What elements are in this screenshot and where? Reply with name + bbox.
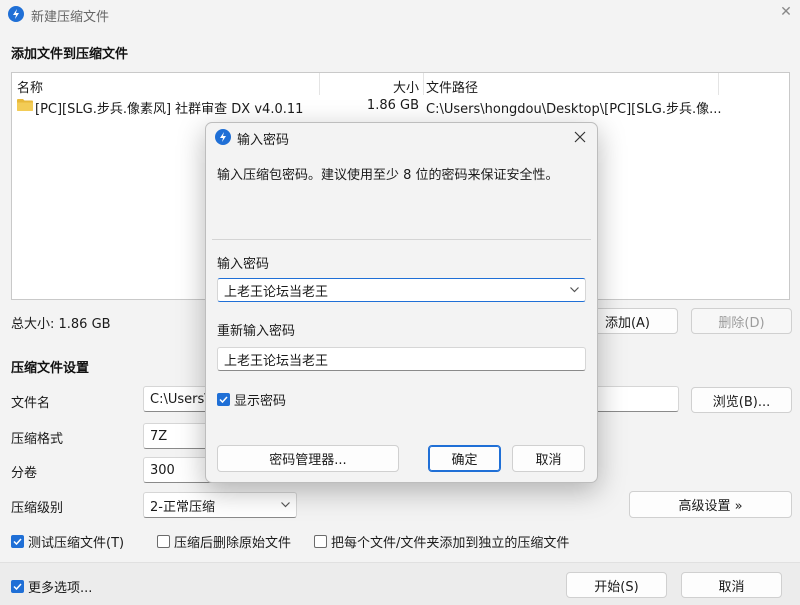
volume-label: 分卷: [11, 466, 38, 481]
start-button[interactable]: 开始(S): [566, 572, 667, 598]
delete-after-option[interactable]: 压缩后删除原始文件: [157, 532, 291, 551]
ok-button[interactable]: 确定: [428, 445, 501, 472]
confirm-password-input[interactable]: 上老王论坛当老王: [217, 347, 586, 371]
delete-button[interactable]: 删除(D): [691, 308, 792, 334]
settings-section-title: 压缩文件设置: [11, 361, 90, 376]
chevron-down-icon: [281, 502, 290, 508]
password-manager-button[interactable]: 密码管理器...: [217, 445, 399, 472]
separate-archives-checkbox[interactable]: [314, 535, 327, 548]
file-size-cell: 1.86 GB: [366, 98, 419, 113]
total-size-label: 总大小: 1.86 GB: [11, 317, 111, 332]
show-password-option[interactable]: 显示密码: [217, 390, 286, 409]
separate-archives-label: 把每个文件/文件夹添加到独立的压缩文件: [331, 536, 570, 551]
folder-icon: [17, 98, 33, 115]
chevron-down-icon[interactable]: [570, 287, 579, 293]
column-divider: [718, 73, 719, 95]
dialog-cancel-button[interactable]: 取消: [512, 445, 585, 472]
test-archive-checkbox[interactable]: [11, 535, 24, 548]
footer-bar: [0, 562, 800, 605]
level-label: 压缩级别: [11, 501, 64, 516]
column-divider: [423, 73, 424, 95]
dialog-description: 输入压缩包密码。建议使用至少 8 位的密码来保证安全性。: [217, 168, 559, 183]
show-password-label: 显示密码: [234, 394, 287, 409]
file-path-cell: C:\Users\hongdou\Desktop\[PC][SLG.步兵.像..…: [426, 102, 722, 117]
file-name-cell: [PC][SLG.步兵.像素风] 社群审查 DX v4.0.11: [35, 102, 304, 117]
more-options-checkbox[interactable]: [11, 580, 24, 593]
password-input[interactable]: 上老王论坛当老王: [217, 278, 586, 302]
password-dialog: 输入密码 输入压缩包密码。建议使用至少 8 位的密码来保证安全性。 输入密码 上…: [205, 122, 598, 483]
table-row[interactable]: [PC][SLG.步兵.像素风] 社群审查 DX v4.0.11 1.86 GB…: [12, 95, 789, 117]
dialog-logo-icon: [215, 129, 231, 145]
dialog-title: 输入密码: [237, 133, 290, 148]
window-title: 新建压缩文件: [31, 10, 110, 25]
delete-after-label: 压缩后删除原始文件: [174, 536, 292, 551]
checkmark-icon: [219, 396, 228, 403]
checkmark-icon: [13, 583, 22, 590]
separate-archives-option[interactable]: 把每个文件/文件夹添加到独立的压缩文件: [314, 532, 569, 551]
test-archive-option[interactable]: 测试压缩文件(T): [11, 532, 124, 551]
password-label: 输入密码: [217, 257, 270, 272]
column-divider: [319, 73, 320, 95]
show-password-checkbox[interactable]: [217, 393, 230, 406]
password-input-value: 上老王论坛当老王: [224, 284, 329, 300]
browse-button[interactable]: 浏览(B)...: [691, 387, 792, 413]
test-archive-label: 测试压缩文件(T): [28, 536, 125, 551]
format-label: 压缩格式: [11, 432, 64, 447]
dialog-divider: [212, 239, 591, 240]
cancel-button[interactable]: 取消: [681, 572, 782, 598]
level-select-value: 2-正常压缩: [150, 499, 215, 515]
checkmark-icon: [13, 538, 22, 545]
window-close-icon[interactable]: ✕: [778, 4, 794, 22]
dialog-close-icon[interactable]: [570, 127, 590, 147]
level-select[interactable]: 2-正常压缩: [143, 492, 297, 518]
column-header-path[interactable]: 文件路径: [426, 77, 478, 96]
more-options-label: 更多选项...: [28, 581, 93, 596]
add-files-section-title: 添加文件到压缩文件: [11, 47, 129, 62]
confirm-password-label: 重新输入密码: [217, 324, 296, 339]
format-select-value: 7Z: [150, 428, 168, 444]
file-list-header: 名称 大小 文件路径: [12, 73, 789, 96]
column-header-size[interactable]: 大小: [322, 77, 419, 96]
column-header-name[interactable]: 名称: [17, 77, 43, 96]
filename-label: 文件名: [11, 396, 51, 411]
more-options-option[interactable]: 更多选项...: [11, 577, 92, 596]
app-logo-icon: [8, 6, 24, 22]
delete-after-checkbox[interactable]: [157, 535, 170, 548]
advanced-settings-button[interactable]: 高级设置 »: [629, 491, 792, 518]
